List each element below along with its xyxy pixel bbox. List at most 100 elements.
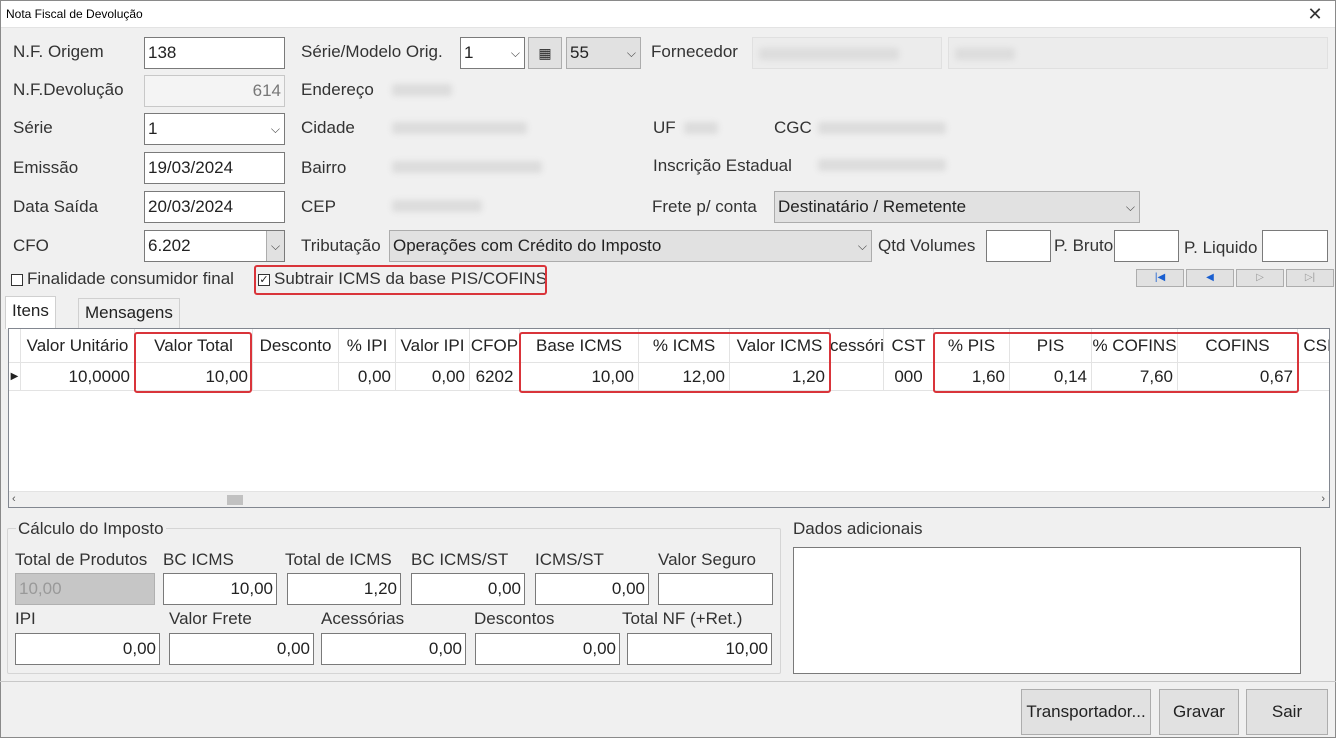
qtd-volumes-input[interactable] — [986, 230, 1051, 262]
table-cell[interactable]: 1,20 — [730, 363, 830, 391]
column-header[interactable]: % COFINS — [1092, 329, 1178, 363]
table-cell[interactable]: 0,14 — [1010, 363, 1092, 391]
subtrair-icms-label: Subtrair ICMS da base PIS/COFINS — [274, 269, 548, 288]
tab-mensagens[interactable]: Mensagens — [78, 298, 180, 328]
total-icms-input[interactable]: 1,20 — [287, 573, 401, 605]
transportador-button[interactable]: Transportador... — [1021, 689, 1151, 735]
cfo-select[interactable]: 6.202 ⌵ — [144, 230, 285, 262]
bc-icms-input[interactable]: 10,00 — [163, 573, 277, 605]
p-liquido-label: P. Liquido — [1184, 238, 1258, 257]
gravar-button[interactable]: Gravar — [1159, 689, 1239, 735]
ipi-input[interactable]: 0,00 — [15, 633, 160, 665]
bc-icms-st-input[interactable]: 0,00 — [411, 573, 525, 605]
finalidade-checkbox[interactable] — [11, 274, 23, 286]
column-header[interactable]: Valor ICMS — [730, 329, 830, 363]
prev-record-icon[interactable]: ◀ — [1186, 269, 1234, 287]
column-header[interactable]: Valor Unitário — [21, 329, 135, 363]
last-record-icon[interactable]: ▷| — [1286, 269, 1334, 287]
scroll-right-icon[interactable]: › — [1321, 492, 1325, 507]
subtrair-icms-checkbox[interactable]: ✓ — [258, 274, 270, 286]
icms-st-input[interactable]: 0,00 — [535, 573, 649, 605]
tributacao-value: Operações com Crédito do Imposto — [393, 236, 662, 255]
cidade-value — [392, 122, 527, 134]
column-header[interactable]: COFINS — [1178, 329, 1298, 363]
cidade-label: Cidade — [301, 118, 355, 137]
endereco-label: Endereço — [301, 80, 374, 99]
nf-devolucao-input: 614 — [144, 75, 285, 107]
tributacao-select[interactable]: Operações com Crédito do Imposto ⌵ — [389, 230, 872, 262]
fornecedor-code-field[interactable] — [752, 37, 942, 69]
table-cell[interactable]: 12,00 — [639, 363, 730, 391]
chevron-down-icon: ⌵ — [626, 46, 636, 60]
dados-adicionais-textarea[interactable] — [793, 547, 1301, 674]
emissao-input[interactable]: 19/03/2024 — [144, 152, 285, 184]
valor-seguro-input[interactable] — [658, 573, 773, 605]
column-header[interactable]: CFOP — [470, 329, 520, 363]
table-cell[interactable]: 10,0000 — [21, 363, 135, 391]
serie-select[interactable]: 1 ⌵ — [144, 113, 285, 145]
fornecedor-name-field[interactable] — [948, 37, 1328, 69]
column-header[interactable]: PIS — [1010, 329, 1092, 363]
column-header[interactable]: CSI — [1298, 329, 1329, 363]
table-cell[interactable]: 0,00 — [339, 363, 396, 391]
title-bar: Nota Fiscal de Devolução ✕ — [1, 1, 1335, 28]
scroll-thumb[interactable] — [227, 495, 243, 505]
valor-frete-input[interactable]: 0,00 — [169, 633, 314, 665]
total-produtos-input: 10,00 — [15, 573, 155, 605]
window-title: Nota Fiscal de Devolução — [6, 7, 143, 21]
table-cell[interactable]: 7,60 — [1092, 363, 1178, 391]
horizontal-scrollbar[interactable]: ‹ › — [9, 491, 1329, 507]
table-cell[interactable]: 10,00 — [520, 363, 639, 391]
column-header[interactable]: cessóri — [830, 329, 884, 363]
column-header[interactable]: Valor IPI — [396, 329, 470, 363]
redacted-text — [955, 48, 1015, 60]
descontos-label: Descontos — [474, 609, 555, 628]
p-liquido-input[interactable] — [1262, 230, 1328, 262]
sair-button[interactable]: Sair — [1246, 689, 1328, 735]
table-cell[interactable]: 0,00 — [396, 363, 470, 391]
row-indicator-header — [9, 329, 21, 363]
table-cell[interactable] — [253, 363, 339, 391]
emissao-label: Emissão — [13, 158, 79, 177]
column-header[interactable]: % PIS — [934, 329, 1010, 363]
nf-origem-input[interactable]: 138 — [144, 37, 285, 69]
modelo-orig-select[interactable]: 55 ⌵ — [566, 37, 641, 69]
column-header[interactable]: Valor Total — [135, 329, 253, 363]
table-cell[interactable] — [830, 363, 884, 391]
column-header[interactable]: % IPI — [339, 329, 396, 363]
column-header[interactable]: % ICMS — [639, 329, 730, 363]
tab-itens[interactable]: Itens — [5, 296, 56, 329]
column-header[interactable]: CST — [884, 329, 934, 363]
acessorias-input[interactable]: 0,00 — [321, 633, 466, 665]
fornecedor-label: Fornecedor — [651, 42, 738, 61]
items-grid[interactable]: Valor Unitário Valor Total Desconto % IP… — [8, 328, 1330, 508]
inscricao-value — [818, 159, 946, 171]
scroll-left-icon[interactable]: ‹ — [12, 492, 16, 507]
dados-adicionais-title: Dados adicionais — [793, 519, 923, 538]
calculator-button[interactable]: ▦ — [528, 37, 562, 69]
data-saida-input[interactable]: 20/03/2024 — [144, 191, 285, 223]
nf-devolucao-label: N.F.Devolução — [13, 80, 124, 99]
next-record-icon[interactable]: ▷ — [1236, 269, 1284, 287]
footer-divider — [0, 681, 1336, 682]
table-cell[interactable]: 000 — [884, 363, 934, 391]
serie-label: Série — [13, 118, 53, 137]
serie-modelo-label: Série/Modelo Orig. — [301, 42, 443, 61]
descontos-input[interactable]: 0,00 — [475, 633, 620, 665]
cgc-label: CGC — [774, 118, 812, 137]
table-cell[interactable]: 1,60 — [934, 363, 1010, 391]
table-cell[interactable]: 6202 — [470, 363, 520, 391]
frete-select[interactable]: Destinatário / Remetente ⌵ — [774, 191, 1140, 223]
table-cell[interactable] — [1298, 363, 1329, 391]
p-bruto-input[interactable] — [1114, 230, 1179, 262]
total-nf-input[interactable]: 10,00 — [627, 633, 772, 665]
close-icon[interactable]: ✕ — [1303, 3, 1327, 25]
column-header[interactable]: Base ICMS — [520, 329, 639, 363]
uf-label: UF — [653, 118, 676, 137]
table-cell[interactable]: 10,00 — [135, 363, 253, 391]
serie-orig-select[interactable]: 1 ⌵ — [460, 37, 525, 69]
table-cell[interactable]: 0,67 — [1178, 363, 1298, 391]
column-header[interactable]: Desconto — [253, 329, 339, 363]
first-record-icon[interactable]: |◀ — [1136, 269, 1184, 287]
chevron-down-icon: ⌵ — [857, 239, 867, 253]
